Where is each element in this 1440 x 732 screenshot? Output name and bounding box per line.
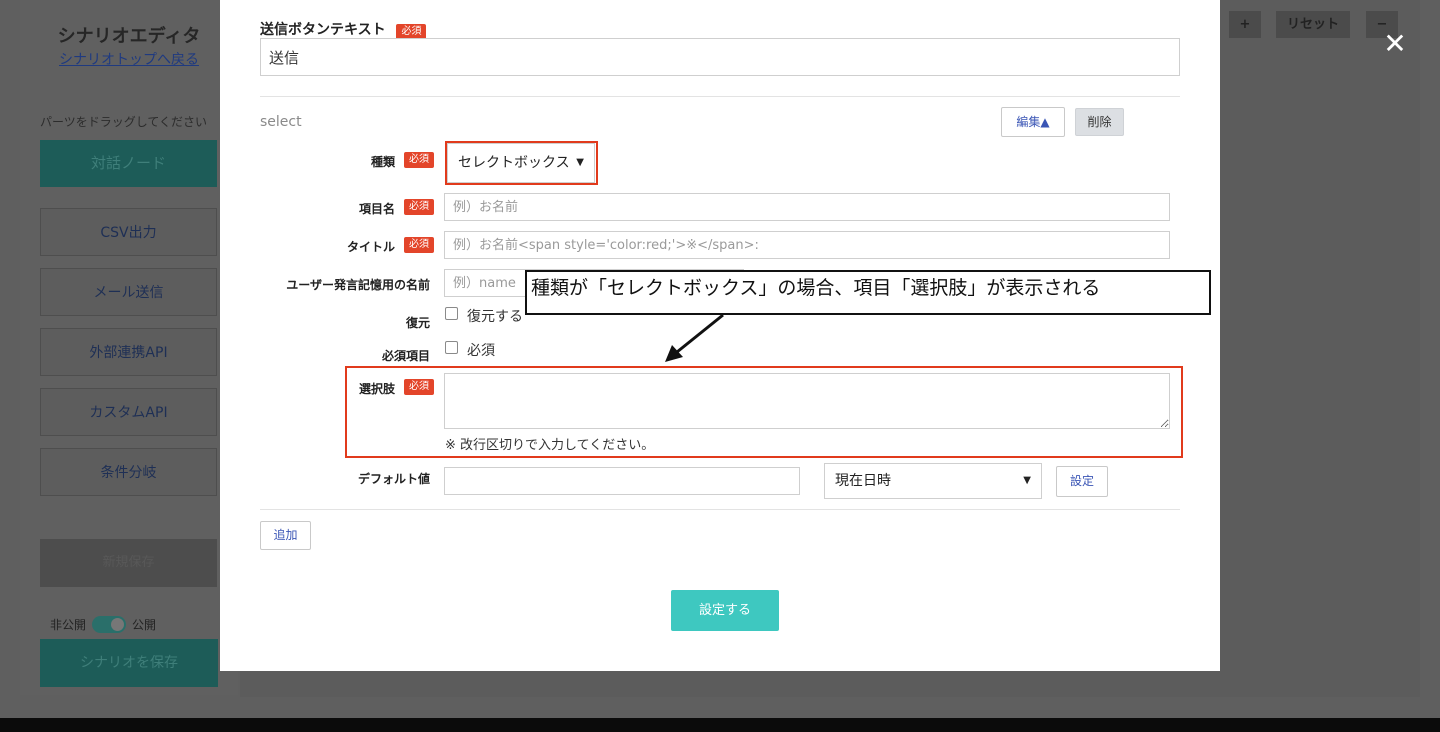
default-select-value: 現在日時 [835,473,891,489]
confirm-settings-button[interactable]: 設定する [671,590,779,631]
required-badge: 必須 [404,152,434,168]
new-save-button[interactable]: 新規保存 [40,539,217,587]
restore-label: 復元 [405,316,430,330]
part-mail-send[interactable]: メール送信 [40,268,217,316]
public-label: 公開 [132,618,157,632]
private-label: 非公開 [50,618,87,632]
publish-toggle[interactable] [92,616,127,633]
add-button[interactable]: 追加 [260,521,311,550]
required-badge: 必須 [404,199,434,215]
reset-button[interactable]: リセット [1276,11,1350,38]
close-icon[interactable]: ✕ [1380,29,1410,59]
divider [260,509,1180,510]
annotation-arrow-icon [665,313,724,362]
edit-button[interactable]: 編集▲ [1001,107,1065,137]
required-badge: 必須 [404,237,434,253]
choices-highlight-box [345,366,1183,458]
section-label: select [260,114,302,130]
submit-text-input[interactable] [260,38,1180,76]
required-checkbox[interactable] [445,341,458,354]
user-memory-label: ユーザー発言記憶用の名前 [286,278,430,292]
default-value-input[interactable] [444,467,800,495]
set-default-button[interactable]: 設定 [1056,466,1108,497]
item-name-label: 項目名 [358,202,395,216]
type-label: 種類 [370,155,395,169]
type-highlight-box [445,141,598,185]
bottom-bar [0,718,1440,732]
required-checkbox-label: 必須 [467,343,495,359]
part-external-api[interactable]: 外部連携API [40,328,217,376]
restore-checkbox-label: 復元する [467,309,523,325]
delete-button[interactable]: 削除 [1075,108,1124,136]
default-value-select[interactable]: 現在日時 ▼ [824,463,1042,499]
save-scenario-button[interactable]: シナリオを保存 [40,639,218,687]
default-value-label: デフォルト値 [357,472,430,486]
submit-text-label: 送信ボタンテキスト 必須 [260,19,427,40]
item-name-input[interactable] [444,193,1170,221]
divider [260,96,1180,97]
title-input[interactable] [444,231,1170,259]
part-condition-branch[interactable]: 条件分岐 [40,448,217,496]
restore-checkbox[interactable] [445,307,458,320]
required-item-label: 必須項目 [381,349,430,363]
zoom-in-button[interactable]: + [1229,11,1261,38]
title-label: タイトル [346,240,395,254]
publish-toggle-row: 非公開 公開 [50,616,156,633]
annotation-callout: 種類が「セレクトボックス」の場合、項目「選択肢」が表示される [525,270,1211,315]
dropdown-caret-icon: ▼ [1023,475,1031,486]
submit-text-label-text: 送信ボタンテキスト [260,22,386,38]
drag-hint: パーツをドラッグしてください [40,115,208,129]
